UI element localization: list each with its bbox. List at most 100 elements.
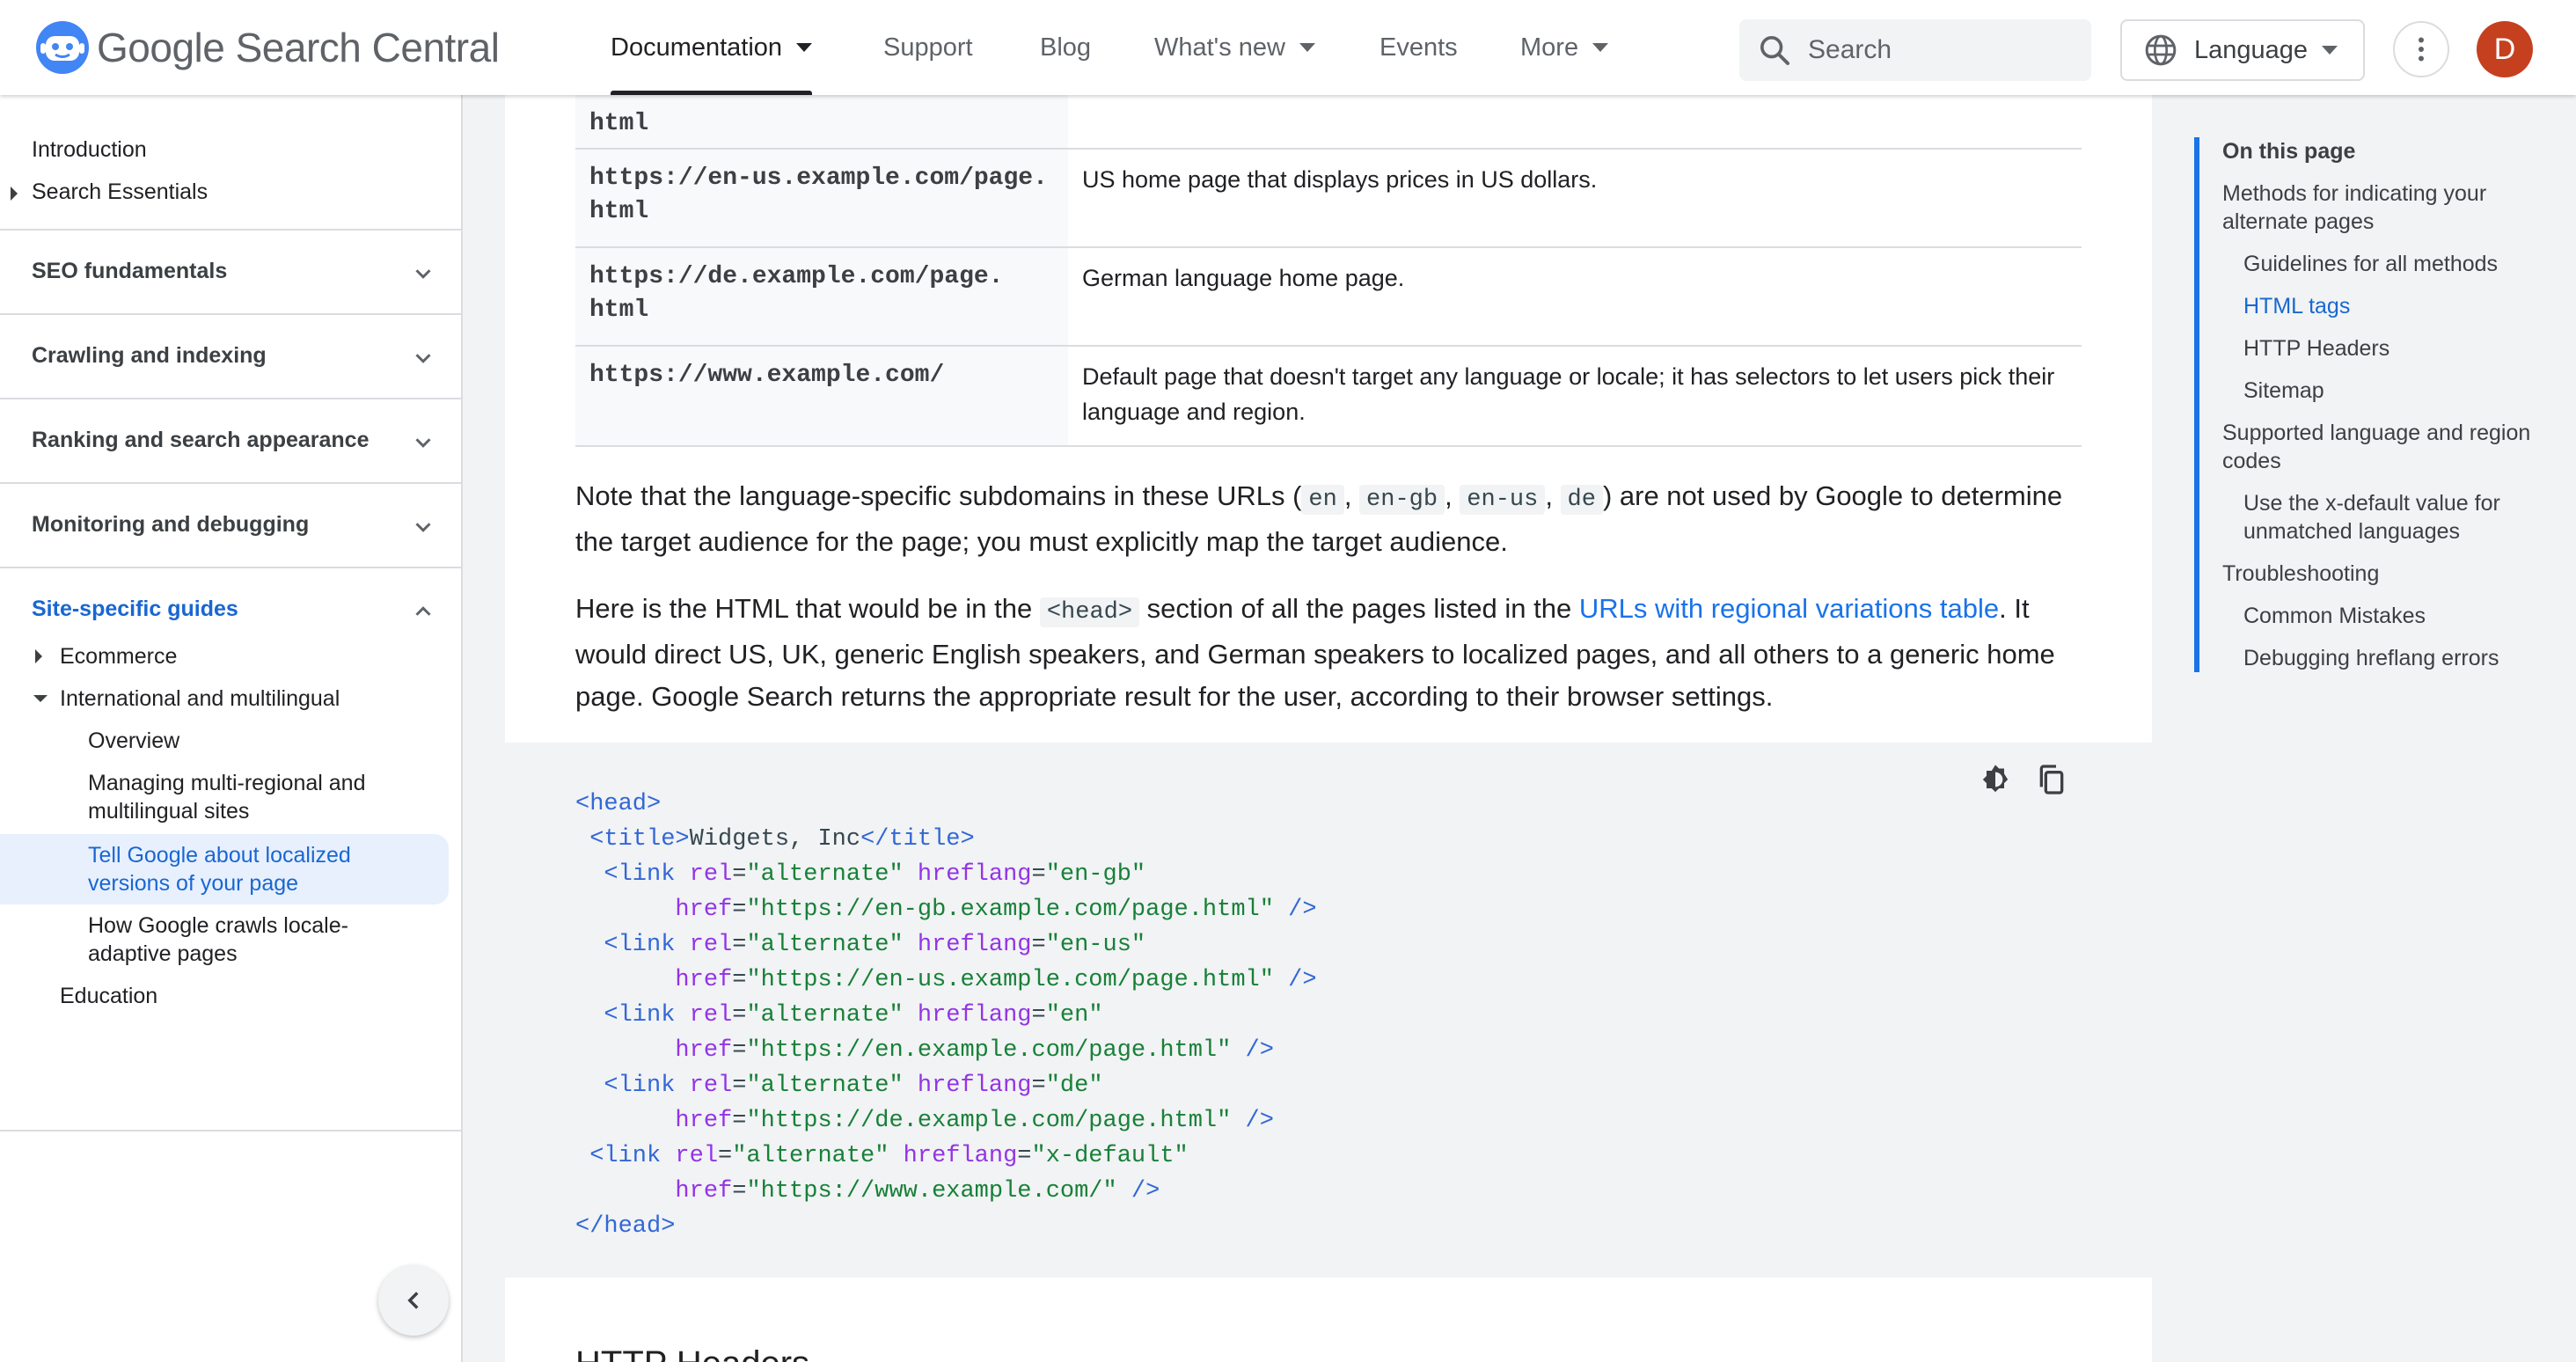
- section-heading-http-headers: HTTP Headers: [575, 1344, 809, 1362]
- avatar[interactable]: D: [2477, 21, 2533, 77]
- code-href: https://de.example.com/page.html: [760, 1108, 1218, 1134]
- nav-label: What's new: [1154, 33, 1285, 62]
- paragraph-head-section: Here is the HTML that would be in the <h…: [575, 588, 2082, 718]
- search-input[interactable]: [1808, 35, 2072, 65]
- search-icon: [1760, 36, 1789, 65]
- chevron-down-icon: [415, 523, 431, 532]
- table-cell-url: https://en-us.example.com/page. html: [575, 150, 1068, 246]
- toc-item-guidelines[interactable]: Guidelines for all methods: [2243, 250, 2560, 278]
- code-hreflang: de: [1059, 1073, 1089, 1099]
- sidebar-section-crawling-indexing[interactable]: Crawling and indexing: [0, 313, 461, 398]
- code-title-text: Widgets, Inc: [689, 826, 861, 853]
- arrow-right-icon[interactable]: [11, 187, 18, 201]
- site-logo[interactable]: Google Search Central: [33, 19, 500, 76]
- toc-item-supported-codes[interactable]: Supported language and region codes: [2222, 419, 2539, 475]
- more-options-button[interactable]: [2393, 21, 2449, 77]
- url-text: https://en-us.example.com/page.: [589, 165, 1048, 192]
- code-href: https://www.example.com/: [760, 1178, 1103, 1205]
- code-hreflang: en: [1059, 1002, 1089, 1029]
- sidebar-item-education[interactable]: Education: [60, 982, 157, 1010]
- nav-label: Documentation: [611, 33, 783, 62]
- section-label: Monitoring and debugging: [32, 512, 310, 537]
- code-href: https://en.example.com/page.html: [760, 1037, 1218, 1064]
- nav-events[interactable]: Events: [1379, 0, 1458, 95]
- table-cell-desc: Default page that doesn't target any lan…: [1082, 363, 2055, 425]
- toc-item-common-mistakes[interactable]: Common Mistakes: [2243, 602, 2560, 630]
- main-content: html https://en-us.example.com/page. htm…: [505, 95, 2152, 1362]
- top-bar: Google Search Central Documentation Supp…: [0, 0, 2576, 95]
- globe-icon: [2145, 34, 2177, 66]
- section-label: Ranking and search appearance: [32, 428, 370, 452]
- sidebar-section-seo-fundamentals[interactable]: SEO fundamentals: [0, 229, 461, 313]
- language-button[interactable]: Language: [2120, 19, 2365, 81]
- url-text: https://www.example.com/: [589, 362, 945, 389]
- sidebar-section-monitoring[interactable]: Monitoring and debugging: [0, 482, 461, 567]
- sidebar-item-tell-google-localized[interactable]: Tell Google about localized versions of …: [88, 841, 405, 897]
- toc-item-x-default[interactable]: Use the x-default value for unmatched la…: [2243, 489, 2534, 546]
- nav-documentation[interactable]: Documentation: [611, 0, 813, 95]
- code-href: https://en-gb.example.com/page.html: [760, 897, 1260, 923]
- toc-item-troubleshooting[interactable]: Troubleshooting: [2222, 560, 2539, 588]
- link-url-regional-table[interactable]: URLs with regional variations table: [1579, 593, 1999, 624]
- collapse-sidebar-button[interactable]: [378, 1265, 449, 1336]
- nav-label: More: [1520, 33, 1579, 62]
- toc-item-http-headers[interactable]: HTTP Headers: [2243, 334, 2560, 362]
- sidebar-item-managing-sites[interactable]: Managing multi-regional and multilingual…: [88, 769, 405, 825]
- sidebar-section-ranking[interactable]: Ranking and search appearance: [0, 398, 461, 482]
- caret-down-icon: [1299, 43, 1315, 52]
- nav-whats-new[interactable]: What's new: [1154, 0, 1315, 95]
- table-cell-url: https://de.example.com/page. html: [575, 248, 1068, 345]
- sidebar-item-locale-adaptive[interactable]: How Google crawls locale-adaptive pages: [88, 912, 405, 968]
- url-text: html: [589, 198, 649, 225]
- caret-down-icon: [796, 43, 813, 52]
- caret-down-icon: [1592, 43, 1609, 52]
- search-central-logo-icon: [36, 21, 89, 74]
- chevron-up-icon[interactable]: [410, 598, 436, 625]
- inline-code: en-gb: [1359, 485, 1445, 515]
- table-row: https://en-us.example.com/page. html US …: [575, 150, 2082, 248]
- dark-mode-toggle-icon[interactable]: [1978, 762, 2013, 797]
- logo-text: Google Search Central: [97, 25, 500, 70]
- sidebar-item-international[interactable]: International and multilingual: [60, 685, 340, 713]
- more-vert-icon: [2419, 37, 2424, 62]
- inline-code: en-us: [1460, 485, 1546, 515]
- sidebar-item-introduction[interactable]: Introduction: [32, 137, 147, 163]
- inline-code: de: [1560, 485, 1603, 515]
- toc-item-html-tags[interactable]: HTML tags: [2243, 292, 2560, 320]
- sidebar-item-overview[interactable]: Overview: [88, 727, 179, 755]
- sidebar-item-ecommerce[interactable]: Ecommerce: [60, 642, 177, 670]
- text: Here is the HTML that would be in the: [575, 593, 1040, 624]
- section-label[interactable]: Site-specific guides: [32, 597, 238, 622]
- toc-title: On this page: [2222, 139, 2356, 164]
- table-cell-desc: US home page that displays prices in US …: [1082, 166, 1598, 193]
- url-text: html: [589, 110, 649, 137]
- toc-item-sitemap[interactable]: Sitemap: [2243, 377, 2560, 405]
- inline-code: <head>: [1039, 597, 1140, 627]
- paragraph-subdomains: Note that the language-specific subdomai…: [575, 480, 2063, 557]
- chevron-down-icon: [415, 269, 431, 279]
- text: section of all the pages listed in the: [1139, 593, 1579, 624]
- section-label: Crawling and indexing: [32, 343, 267, 368]
- nav-support[interactable]: Support: [883, 0, 973, 95]
- table-row: https://www.example.com/ Default page th…: [575, 347, 2082, 447]
- search-box[interactable]: [1739, 19, 2091, 81]
- nav-more[interactable]: More: [1520, 0, 1609, 95]
- code-href: https://en-us.example.com/page.html: [760, 967, 1260, 993]
- language-label: Language: [2194, 35, 2309, 64]
- arrow-down-icon[interactable]: [33, 695, 48, 702]
- chevron-left-icon: [407, 1292, 419, 1309]
- code-content: <head> <title>Widgets, Inc</title> <link…: [575, 791, 1317, 1240]
- copy-icon[interactable]: [2034, 762, 2069, 797]
- arrow-right-icon[interactable]: [35, 649, 42, 663]
- nav-blog[interactable]: Blog: [1040, 0, 1091, 95]
- table-cell-url: html: [575, 95, 1068, 148]
- code-block: <head> <title>Widgets, Inc</title> <link…: [505, 743, 2152, 1278]
- caret-down-icon: [2322, 46, 2338, 55]
- toc-item-methods[interactable]: Methods for indicating your alternate pa…: [2222, 179, 2539, 236]
- table-cell-url: https://www.example.com/: [575, 347, 1068, 445]
- toc-item-debugging[interactable]: Debugging hreflang errors: [2243, 644, 2560, 672]
- inline-code: en: [1301, 485, 1344, 515]
- code-hreflang: en-gb: [1059, 861, 1131, 888]
- url-text: html: [589, 297, 649, 324]
- sidebar-item-search-essentials[interactable]: Search Essentials: [32, 179, 208, 205]
